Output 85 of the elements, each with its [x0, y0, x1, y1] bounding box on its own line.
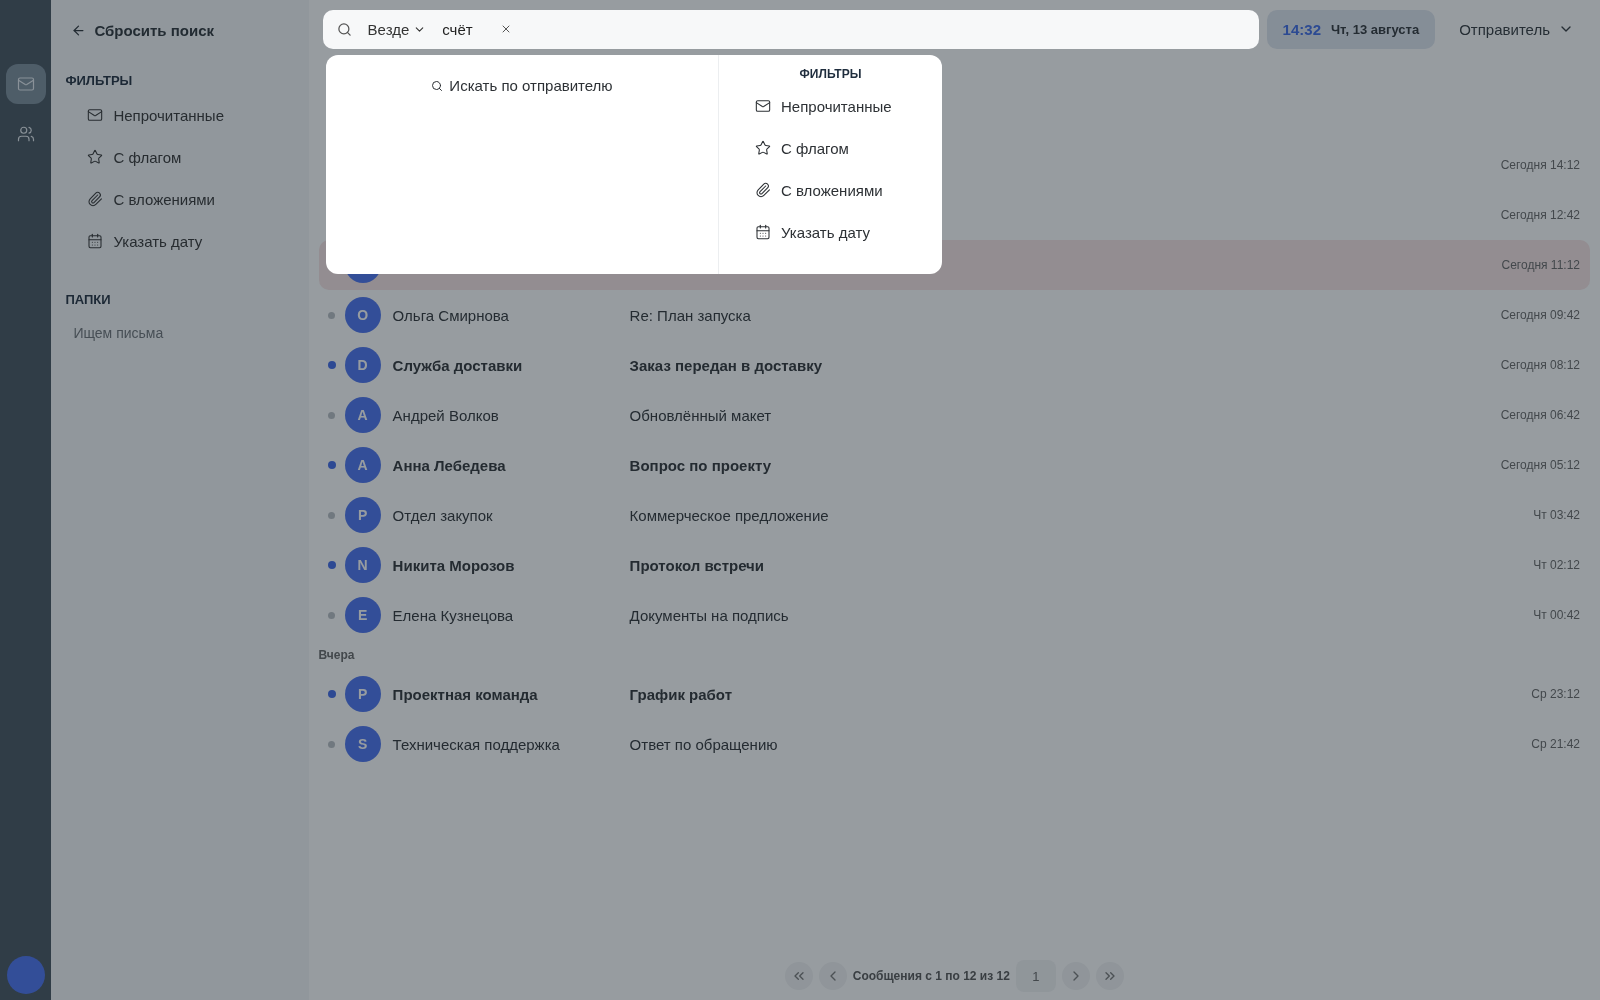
star-icon	[87, 149, 104, 165]
message-row[interactable]: O Ольга Смирнова Re: План запуска Сегодня 09:42	[318, 290, 1590, 340]
filter-item[interactable]: С флагом	[65, 136, 309, 178]
section-title: ФИЛЬТРЫ	[799, 67, 863, 81]
message-date: Сегодня 05:12	[1500, 458, 1580, 472]
message-row[interactable]: N Никита Морозов Протокол встречи Чт 02:12	[318, 540, 1590, 590]
search-icon	[336, 21, 352, 37]
message-row[interactable]: A Андрей Волков Обновлённый макет Сегодня 06:42	[318, 390, 1590, 440]
message-date: Ср 21:42	[1531, 737, 1580, 751]
sender-name: Техническая поддержка	[392, 735, 561, 753]
first-page-button[interactable]	[784, 962, 813, 990]
clock-date: Чт, 13 августа	[1331, 21, 1420, 37]
message-date: Сегодня 08:12	[1500, 358, 1580, 372]
sender-name: Андрей Волков	[392, 406, 500, 424]
section-title: ПАПКИ	[65, 292, 112, 307]
message-date: Сегодня 06:42	[1500, 408, 1580, 422]
message-date: Чт 02:12	[1533, 558, 1580, 572]
sender-avatar: O	[344, 297, 381, 333]
search-input[interactable]: счёт	[442, 20, 487, 38]
message-subject: Обновлённый макет	[629, 406, 773, 424]
sender-avatar: A	[344, 397, 381, 433]
message-row[interactable]: A Анна Лебедева Вопрос по проекту Сегодня 05:12	[318, 440, 1590, 490]
rail-button[interactable]	[5, 64, 46, 104]
search-by-sender-option[interactable]: Искать по отправителю	[427, 75, 617, 96]
filter-option[interactable]: С вложениями	[751, 169, 942, 211]
sender-name: Анна Лебедева	[392, 456, 507, 474]
sender-avatar: D	[344, 347, 381, 383]
envelope-icon	[87, 107, 104, 123]
sender-avatar: P	[344, 676, 381, 712]
clock-time: 14:32	[1282, 20, 1321, 38]
reset-search-button[interactable]: Сбросить поиск	[65, 18, 221, 43]
message-date: Сегодня 09:42	[1500, 308, 1580, 322]
message-subject: Протокол встречи	[629, 556, 766, 574]
filter-item[interactable]: Непрочитанные	[65, 94, 309, 136]
last-page-button[interactable]	[1095, 962, 1124, 990]
sender-name: Проектная команда	[392, 685, 539, 703]
filter-item[interactable]: С вложениями	[65, 178, 309, 220]
filter-option[interactable]: Непрочитанные	[751, 85, 942, 127]
sender-avatar: S	[344, 726, 381, 762]
envelope-icon	[755, 98, 771, 114]
message-row[interactable]: S Техническая поддержка Ответ по обращению Ср 21:42	[318, 719, 1590, 769]
sender-avatar: N	[344, 547, 381, 583]
page-input[interactable]: 1	[1015, 960, 1056, 992]
sender-name: Служба доставки	[392, 356, 524, 374]
message-date: Чт 00:42	[1533, 608, 1580, 622]
message-subject: Вопрос по проекту	[629, 456, 772, 474]
loading-text: Ищем письма	[72, 324, 165, 343]
sender-name: Елена Кузнецова	[392, 606, 515, 624]
message-row[interactable]: E Елена Кузнецова Документы на подпись Чт 00:42	[318, 590, 1590, 640]
calendar-icon	[755, 224, 771, 240]
message-subject: График работ	[629, 685, 733, 703]
sender-dropdown[interactable]: Отправитель	[1453, 16, 1580, 42]
paperclip-icon	[755, 182, 771, 198]
message-row[interactable]: P Отдел закупок Коммерческое предложение Чт 03:42	[318, 490, 1590, 540]
paperclip-icon	[87, 191, 104, 207]
message-date: Сегодня 11:12	[1501, 258, 1580, 272]
filter-option[interactable]: С флагом	[751, 127, 942, 169]
message-subject: Заказ передан в доставку	[629, 356, 823, 374]
sender-name: Ольга Смирнова	[392, 306, 510, 324]
message-row[interactable]: D Служба доставки Заказ передан в доставку Сегодня 08:12	[318, 340, 1590, 390]
next-page-button[interactable]	[1061, 962, 1090, 990]
message-row[interactable]: P Проектная команда График работ Ср 23:12	[318, 669, 1590, 719]
sender-avatar: E	[344, 597, 381, 633]
pagination-summary: Сообщения с 1 по 12 из 12	[852, 969, 1010, 983]
search-icon	[431, 79, 444, 92]
sender-avatar: A	[344, 447, 381, 483]
message-subject: Ответ по обращению	[629, 735, 779, 753]
section-title: ФИЛЬТРЫ	[65, 73, 134, 88]
message-subject: Re: План запуска	[629, 306, 752, 324]
scope-dropdown[interactable]: Везде	[365, 20, 429, 38]
sender-name: Отдел закупок	[392, 506, 494, 524]
sender-avatar: P	[344, 497, 381, 533]
previous-page-button[interactable]	[818, 962, 847, 990]
message-date: Чт 03:42	[1533, 508, 1580, 522]
star-icon	[755, 140, 771, 156]
sender-name: Никита Морозов	[392, 556, 516, 574]
users-icon	[16, 125, 35, 143]
filter-item[interactable]: Указать дату	[65, 220, 309, 262]
message-subject: Коммерческое предложение	[629, 506, 830, 524]
envelope-icon	[16, 75, 35, 93]
calendar-icon	[87, 233, 104, 249]
message-subject: Документы на подпись	[629, 606, 790, 624]
group-label: Вчера	[318, 647, 356, 664]
user-avatar[interactable]	[6, 956, 45, 994]
message-date: Ср 23:12	[1531, 687, 1580, 701]
